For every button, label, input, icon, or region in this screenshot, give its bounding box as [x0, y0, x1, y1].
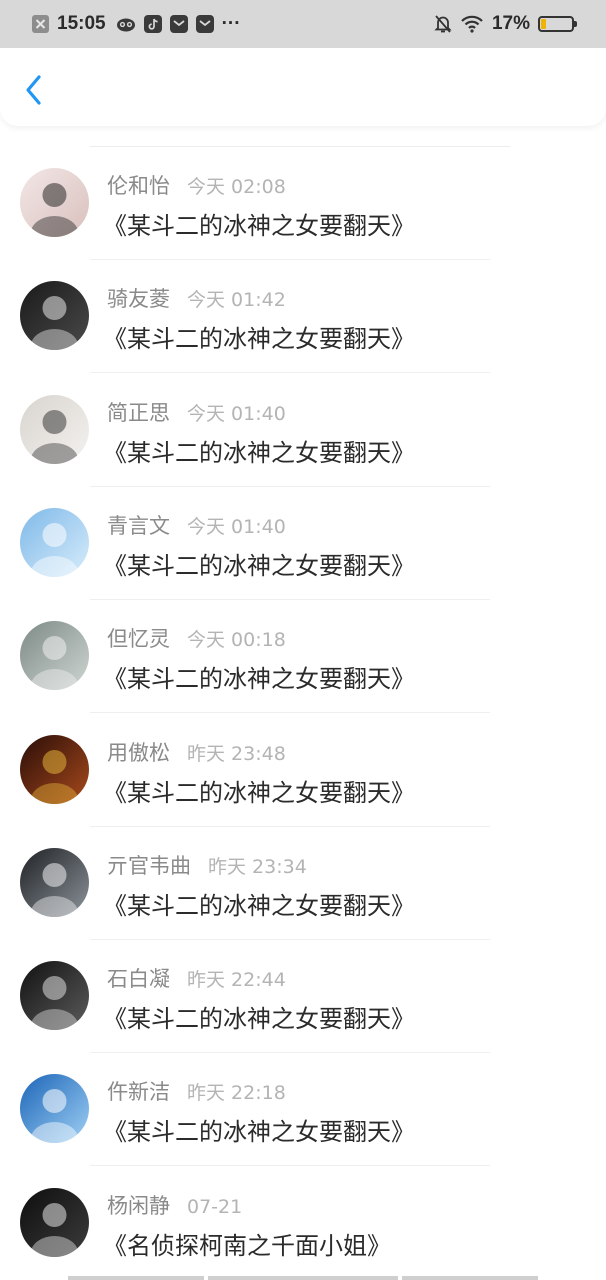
timestamp: 昨天 23:34 [208, 855, 307, 878]
list-item[interactable]: 青言文 今天 01:40 《某斗二的冰神之女要翻天》 [0, 466, 606, 600]
avatar[interactable] [20, 621, 89, 691]
navigation-bar [0, 48, 606, 126]
comment-header: 青言文 今天 01:40 [107, 510, 286, 540]
messenger-icon [169, 15, 188, 33]
tiktok-icon [143, 15, 162, 33]
comment-header: 石白凝 昨天 22:44 [107, 963, 286, 993]
bottom-bar-segment [402, 1276, 538, 1280]
avatar[interactable] [20, 394, 89, 464]
owl-app-icon [116, 16, 136, 32]
timestamp: 今天 00:18 [187, 629, 286, 652]
book-title[interactable]: 《某斗二的冰神之女要翻天》 [103, 433, 415, 468]
comment-header: 仵新洁 昨天 22:18 [107, 1076, 286, 1106]
username[interactable]: 石白凝 [107, 963, 170, 993]
close-notification-icon [32, 15, 49, 33]
book-title[interactable]: 《某斗二的冰神之女要翻天》 [103, 659, 415, 694]
comment-header: 骑友菱 今天 01:42 [107, 283, 286, 313]
avatar[interactable] [20, 734, 89, 804]
list-item[interactable]: 用傲松 昨天 23:48 《某斗二的冰神之女要翻天》 [0, 693, 606, 827]
avatar[interactable] [20, 961, 89, 1031]
list-item[interactable]: 伦和怡 今天 02:08 《某斗二的冰神之女要翻天》 [0, 126, 606, 260]
timestamp: 今天 01:40 [187, 515, 286, 538]
username[interactable]: 仵新洁 [107, 1076, 170, 1106]
book-title[interactable]: 《某斗二的冰神之女要翻天》 [103, 206, 415, 241]
list-item[interactable]: 仵新洁 昨天 22:18 《某斗二的冰神之女要翻天》 [0, 1032, 606, 1167]
avatar[interactable] [20, 168, 89, 237]
username[interactable]: 用傲松 [107, 737, 170, 767]
status-bar: 15:05 ··· 17% [0, 0, 606, 48]
bottom-bar-segment [208, 1276, 398, 1280]
list-item[interactable]: 简正思 今天 01:40 《某斗二的冰神之女要翻天》 [0, 353, 606, 487]
comment-header: 简正思 今天 01:40 [107, 397, 286, 427]
username[interactable]: 杨闲静 [107, 1190, 170, 1220]
username[interactable]: 伦和怡 [107, 170, 170, 200]
mute-icon [434, 14, 452, 34]
username[interactable]: 亓官韦曲 [107, 850, 191, 880]
list-item[interactable]: 石白凝 昨天 22:44 《某斗二的冰神之女要翻天》 [0, 919, 606, 1054]
list-item[interactable]: 杨闲静 07-21 《名侦探柯南之千面小姐》 [0, 1146, 606, 1261]
battery-icon [538, 16, 577, 32]
chevron-left-icon [26, 75, 41, 105]
timestamp: 昨天 22:44 [187, 969, 286, 992]
status-time: 15:05 [57, 13, 106, 34]
comment-header: 亓官韦曲 昨天 23:34 [107, 850, 307, 880]
timestamp: 今天 01:40 [187, 402, 286, 425]
list-item[interactable]: 但忆灵 今天 00:18 《某斗二的冰神之女要翻天》 [0, 579, 606, 714]
avatar[interactable] [20, 507, 89, 577]
comment-header: 伦和怡 今天 02:08 [107, 170, 286, 200]
book-title[interactable]: 《名侦探柯南之千面小姐》 [103, 1226, 391, 1261]
username[interactable]: 青言文 [107, 510, 170, 540]
list-item[interactable]: 亓官韦曲 昨天 23:34 《某斗二的冰神之女要翻天》 [0, 806, 606, 940]
timestamp: 今天 01:42 [187, 289, 286, 312]
username[interactable]: 简正思 [107, 397, 170, 427]
comment-header: 用傲松 昨天 23:48 [107, 737, 286, 767]
status-bar-right: 17% [434, 13, 577, 35]
avatar[interactable] [20, 1074, 89, 1144]
username[interactable]: 骑友菱 [107, 283, 170, 313]
list-item[interactable]: 骑友菱 今天 01:42 《某斗二的冰神之女要翻天》 [0, 239, 606, 374]
username[interactable]: 但忆灵 [107, 623, 170, 653]
book-title[interactable]: 《某斗二的冰神之女要翻天》 [103, 1112, 415, 1147]
more-notifications-icon: ··· [221, 13, 241, 34]
status-bar-left: 15:05 ··· [32, 13, 241, 35]
wifi-icon [460, 15, 484, 33]
book-title[interactable]: 《某斗二的冰神之女要翻天》 [103, 999, 415, 1034]
avatar[interactable] [20, 847, 89, 917]
book-title[interactable]: 《某斗二的冰神之女要翻天》 [103, 319, 415, 354]
book-title[interactable]: 《某斗二的冰神之女要翻天》 [103, 773, 415, 808]
messenger-icon [195, 15, 214, 33]
battery-percent: 17% [491, 13, 530, 34]
timestamp: 07-21 [187, 1195, 243, 1218]
battery-level [541, 19, 546, 29]
timestamp: 昨天 23:48 [187, 742, 286, 765]
back-button[interactable] [20, 72, 50, 108]
comment-header: 但忆灵 今天 00:18 [107, 623, 286, 653]
avatar[interactable] [20, 1187, 89, 1257]
timestamp: 昨天 22:18 [187, 1082, 286, 1105]
avatar[interactable] [20, 281, 89, 351]
book-title[interactable]: 《某斗二的冰神之女要翻天》 [103, 886, 415, 921]
comment-header: 杨闲静 07-21 [107, 1190, 242, 1220]
book-title[interactable]: 《某斗二的冰神之女要翻天》 [103, 546, 415, 581]
bottom-bar-segment [68, 1276, 204, 1280]
timestamp: 今天 02:08 [187, 176, 286, 198]
